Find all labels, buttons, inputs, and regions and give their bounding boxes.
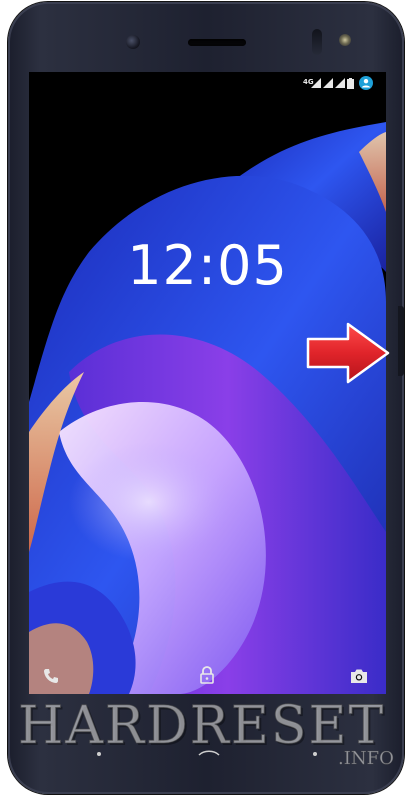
watermark-main-text: HARDRESET xyxy=(18,696,386,757)
status-bar xyxy=(29,76,386,100)
signal-icon xyxy=(323,78,333,88)
signal-icon xyxy=(335,78,345,88)
battery-icon xyxy=(347,78,354,89)
front-camera xyxy=(126,35,140,49)
watermark: HARDRESET .INFO xyxy=(0,686,418,796)
lockscreen-clock: 12:05 xyxy=(127,234,288,297)
account-icon[interactable] xyxy=(359,76,373,90)
camera-icon[interactable] xyxy=(350,668,368,684)
power-button[interactable] xyxy=(398,306,404,376)
watermark-sub-text: .INFO xyxy=(338,748,394,770)
red-arrow-pointer xyxy=(306,322,390,384)
front-flash xyxy=(339,34,351,46)
phone-icon[interactable] xyxy=(43,668,59,684)
proximity-sensor xyxy=(312,29,322,55)
earpiece-speaker xyxy=(188,39,246,46)
network-type-label: 4G xyxy=(303,78,314,86)
lock-icon[interactable] xyxy=(199,666,215,684)
